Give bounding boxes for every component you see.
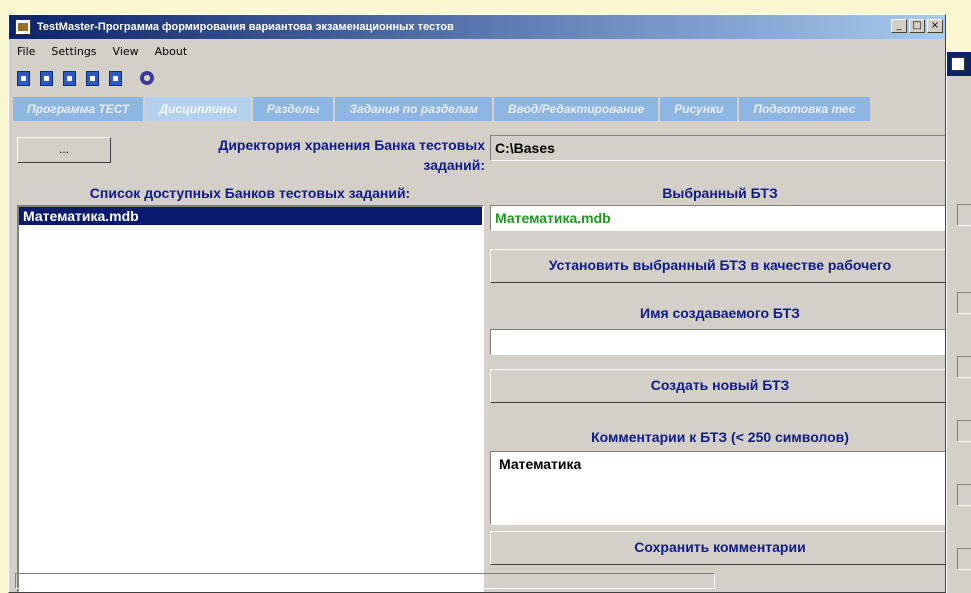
app-icon bbox=[15, 19, 31, 35]
create-bank-button[interactable]: Создать новый БТЗ bbox=[490, 369, 945, 403]
menu-settings[interactable]: Settings bbox=[51, 45, 96, 58]
background-button[interactable] bbox=[957, 204, 971, 226]
new-bank-name-label: Имя создаваемого БТЗ bbox=[640, 305, 800, 321]
background-window-title bbox=[947, 52, 971, 76]
background-button[interactable] bbox=[957, 548, 971, 570]
background-button[interactable] bbox=[957, 292, 971, 314]
directory-label: Директория хранения Банка тестовых задан… bbox=[218, 137, 485, 173]
bank-list-heading: Список доступных Банков тестовых заданий… bbox=[89, 185, 411, 201]
comments-label: Комментарии к БТЗ (< 250 символов) bbox=[591, 429, 849, 445]
window-title: TestMaster-Программа формирования вариан… bbox=[37, 21, 454, 33]
title-bar[interactable]: TestMaster-Программа формирования вариан… bbox=[9, 15, 945, 39]
tab-podgotovka[interactable]: Подготовка тес bbox=[739, 97, 870, 121]
selected-bank-label: Выбранный БТЗ bbox=[662, 185, 778, 201]
doc-blue-icon[interactable] bbox=[105, 68, 125, 88]
list-item[interactable]: Математика.mdb bbox=[19, 207, 482, 225]
main-window: TestMaster-Программа формирования вариан… bbox=[8, 14, 946, 593]
comments-textarea[interactable]: Математика bbox=[490, 451, 945, 525]
doc-blue-icon[interactable] bbox=[36, 68, 56, 88]
tab-risunki[interactable]: Рисунки bbox=[660, 97, 738, 121]
doc-blue-icon[interactable] bbox=[59, 68, 79, 88]
settings-gear-icon[interactable] bbox=[137, 68, 157, 88]
new-bank-name-input[interactable] bbox=[490, 329, 945, 355]
toolbar bbox=[13, 65, 157, 91]
background-window[interactable] bbox=[946, 52, 971, 593]
menu-about[interactable]: About bbox=[155, 45, 188, 58]
tab-programma-test[interactable]: Программа ТЕСТ bbox=[13, 97, 144, 121]
menu-bar: File Settings View About bbox=[9, 41, 187, 61]
doc-blue-icon[interactable] bbox=[13, 68, 33, 88]
menu-view[interactable]: View bbox=[113, 45, 139, 58]
background-button[interactable] bbox=[957, 420, 971, 442]
close-button[interactable]: × bbox=[927, 19, 943, 33]
app-icon bbox=[951, 57, 965, 71]
doc-blue-icon[interactable] bbox=[82, 68, 102, 88]
tab-strip: Программа ТЕСТ Дисциплины Разделы Задани… bbox=[13, 97, 870, 121]
save-comments-button[interactable]: Сохранить комментарии bbox=[490, 531, 945, 565]
maximize-button[interactable]: □ bbox=[909, 19, 925, 33]
background-button[interactable] bbox=[957, 484, 971, 506]
directory-field[interactable]: C:\Bases bbox=[490, 135, 945, 161]
tab-vvod[interactable]: Ввод/Редактирование bbox=[493, 97, 659, 121]
selected-bank-field[interactable]: Математика.mdb bbox=[490, 205, 945, 231]
tab-discipliny[interactable]: Дисциплины bbox=[145, 97, 251, 121]
minimize-button[interactable]: _ bbox=[891, 19, 907, 33]
background-button[interactable] bbox=[957, 356, 971, 378]
browse-directory-button[interactable]: ... bbox=[17, 137, 111, 163]
tab-zadaniya[interactable]: Задания по разделам bbox=[335, 97, 492, 121]
set-working-bank-button[interactable]: Установить выбранный БТЗ в качестве рабо… bbox=[490, 249, 945, 283]
menu-file[interactable]: File bbox=[17, 45, 35, 58]
tab-razdely[interactable]: Разделы bbox=[252, 97, 334, 121]
status-bar bbox=[15, 573, 715, 589]
bank-list[interactable]: Математика.mdb bbox=[17, 205, 484, 592]
